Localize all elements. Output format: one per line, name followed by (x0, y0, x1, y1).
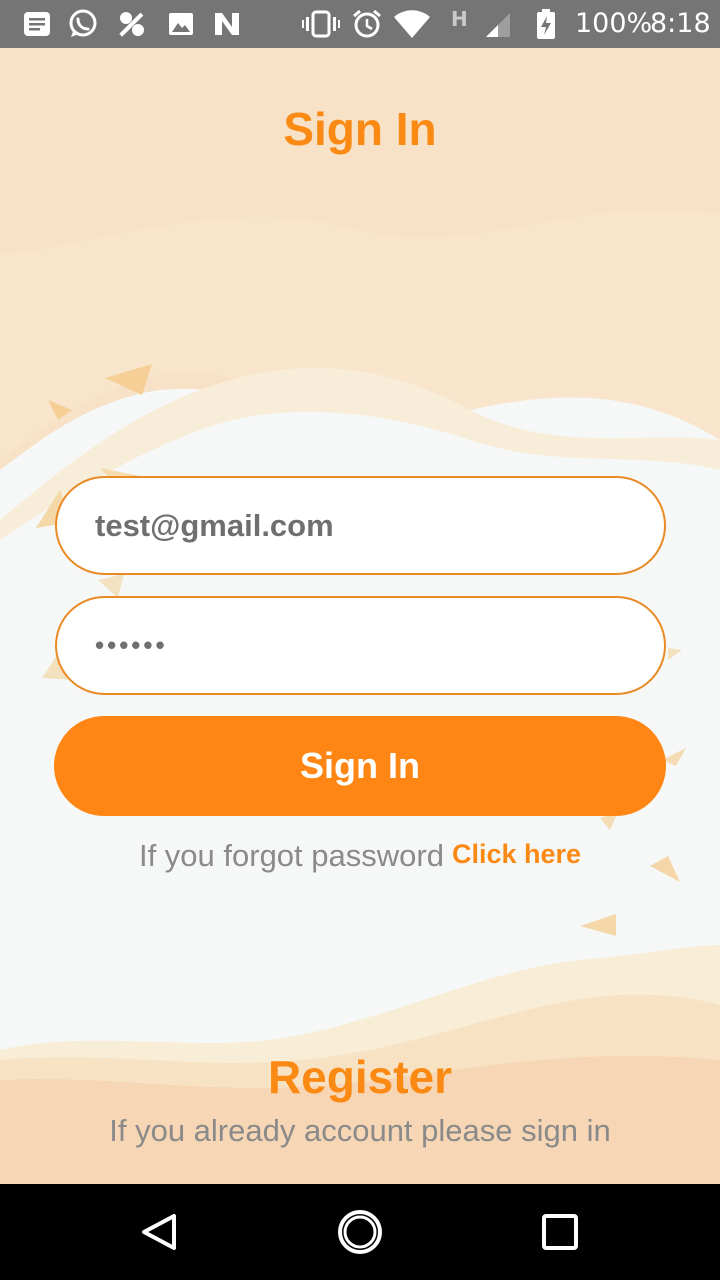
signal-icon (486, 13, 510, 37)
vibrate-icon (302, 10, 340, 38)
triangle-deco (580, 914, 616, 936)
password-input[interactable] (95, 598, 625, 693)
triangle-deco (98, 574, 124, 598)
clock-time: 8:18 (650, 8, 711, 39)
whatsapp-icon (69, 9, 97, 37)
notes-icon (24, 12, 50, 36)
wifi-icon (394, 10, 430, 38)
page-title: Sign In (283, 103, 437, 155)
forgot-password-row: If you forgot password Click here (0, 838, 720, 874)
recents-icon[interactable] (536, 1208, 584, 1256)
home-icon[interactable] (336, 1208, 384, 1256)
password-field[interactable] (55, 596, 666, 695)
navigation-bar (0, 1184, 720, 1280)
forgot-password-text: If you forgot password (138, 838, 444, 873)
gallery-icon (169, 13, 193, 35)
email-input[interactable] (95, 478, 625, 573)
back-icon[interactable] (136, 1208, 184, 1256)
register-link[interactable]: Register (0, 1050, 720, 1104)
battery-percentage: 100% (575, 8, 653, 39)
sign-in-button[interactable]: Sign In (54, 716, 666, 816)
triangle-deco (668, 648, 682, 660)
top-wave-light (0, 209, 720, 460)
alarm-icon (353, 9, 381, 38)
network-type-label: H (451, 7, 468, 31)
register-subtitle: If you already account please sign in (109, 1113, 611, 1148)
n-app-icon (215, 13, 239, 35)
email-field[interactable] (55, 476, 666, 575)
percent-app-icon (119, 12, 144, 37)
forgot-password-link[interactable]: Click here (452, 839, 581, 869)
status-bar: H 100% 8:18 (0, 0, 720, 48)
battery-icon (537, 9, 555, 39)
